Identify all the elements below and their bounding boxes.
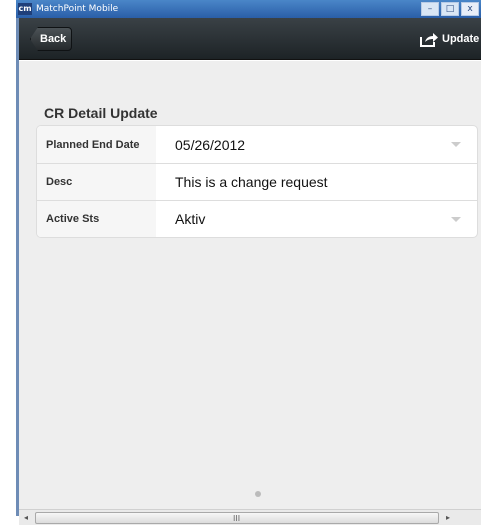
- planned-end-date-value[interactable]: 05/26/2012: [156, 137, 245, 153]
- active-sts-label: Active Sts: [37, 201, 156, 237]
- desc-label: Desc: [37, 164, 156, 200]
- content-area: CR Detail Update Planned End Date 05/26/…: [19, 61, 481, 516]
- maximize-button[interactable]: □: [441, 2, 459, 16]
- close-button[interactable]: x: [461, 2, 479, 16]
- cr-detail-form: Planned End Date 05/26/2012 Desc This is…: [36, 125, 478, 238]
- planned-end-date-row[interactable]: Planned End Date 05/26/2012: [37, 126, 477, 163]
- chevron-down-icon[interactable]: [451, 142, 461, 147]
- back-button[interactable]: Back: [30, 27, 72, 51]
- planned-end-date-label: Planned End Date: [37, 126, 156, 163]
- desc-field[interactable]: This is a change request: [156, 174, 328, 190]
- chevron-down-icon[interactable]: [451, 217, 461, 222]
- scroll-thumb[interactable]: III: [35, 511, 439, 524]
- minimize-button[interactable]: –: [421, 2, 439, 16]
- desc-row[interactable]: Desc This is a change request: [37, 163, 477, 200]
- update-label: Update: [442, 33, 480, 45]
- window-title: MatchPoint Mobile: [36, 4, 119, 14]
- scroll-grip: III: [233, 513, 241, 523]
- scroll-right-arrow[interactable]: ▸: [441, 511, 455, 525]
- section-title: CR Detail Update: [44, 105, 158, 121]
- app-header: Back Update: [19, 18, 481, 60]
- horizontal-scrollbar[interactable]: ◂ III ▸: [19, 509, 481, 525]
- scroll-left-arrow[interactable]: ◂: [19, 511, 33, 525]
- page-indicator-dot: [255, 491, 261, 497]
- window-controls: – □ x: [421, 2, 479, 16]
- active-sts-value[interactable]: Aktiv: [156, 211, 205, 227]
- window-titlebar: cm MatchPoint Mobile – □ x: [16, 0, 481, 18]
- app-icon: cm: [18, 3, 32, 15]
- update-button[interactable]: Update: [419, 29, 481, 49]
- share-out-icon: [420, 32, 438, 47]
- active-sts-row[interactable]: Active Sts Aktiv: [37, 200, 477, 237]
